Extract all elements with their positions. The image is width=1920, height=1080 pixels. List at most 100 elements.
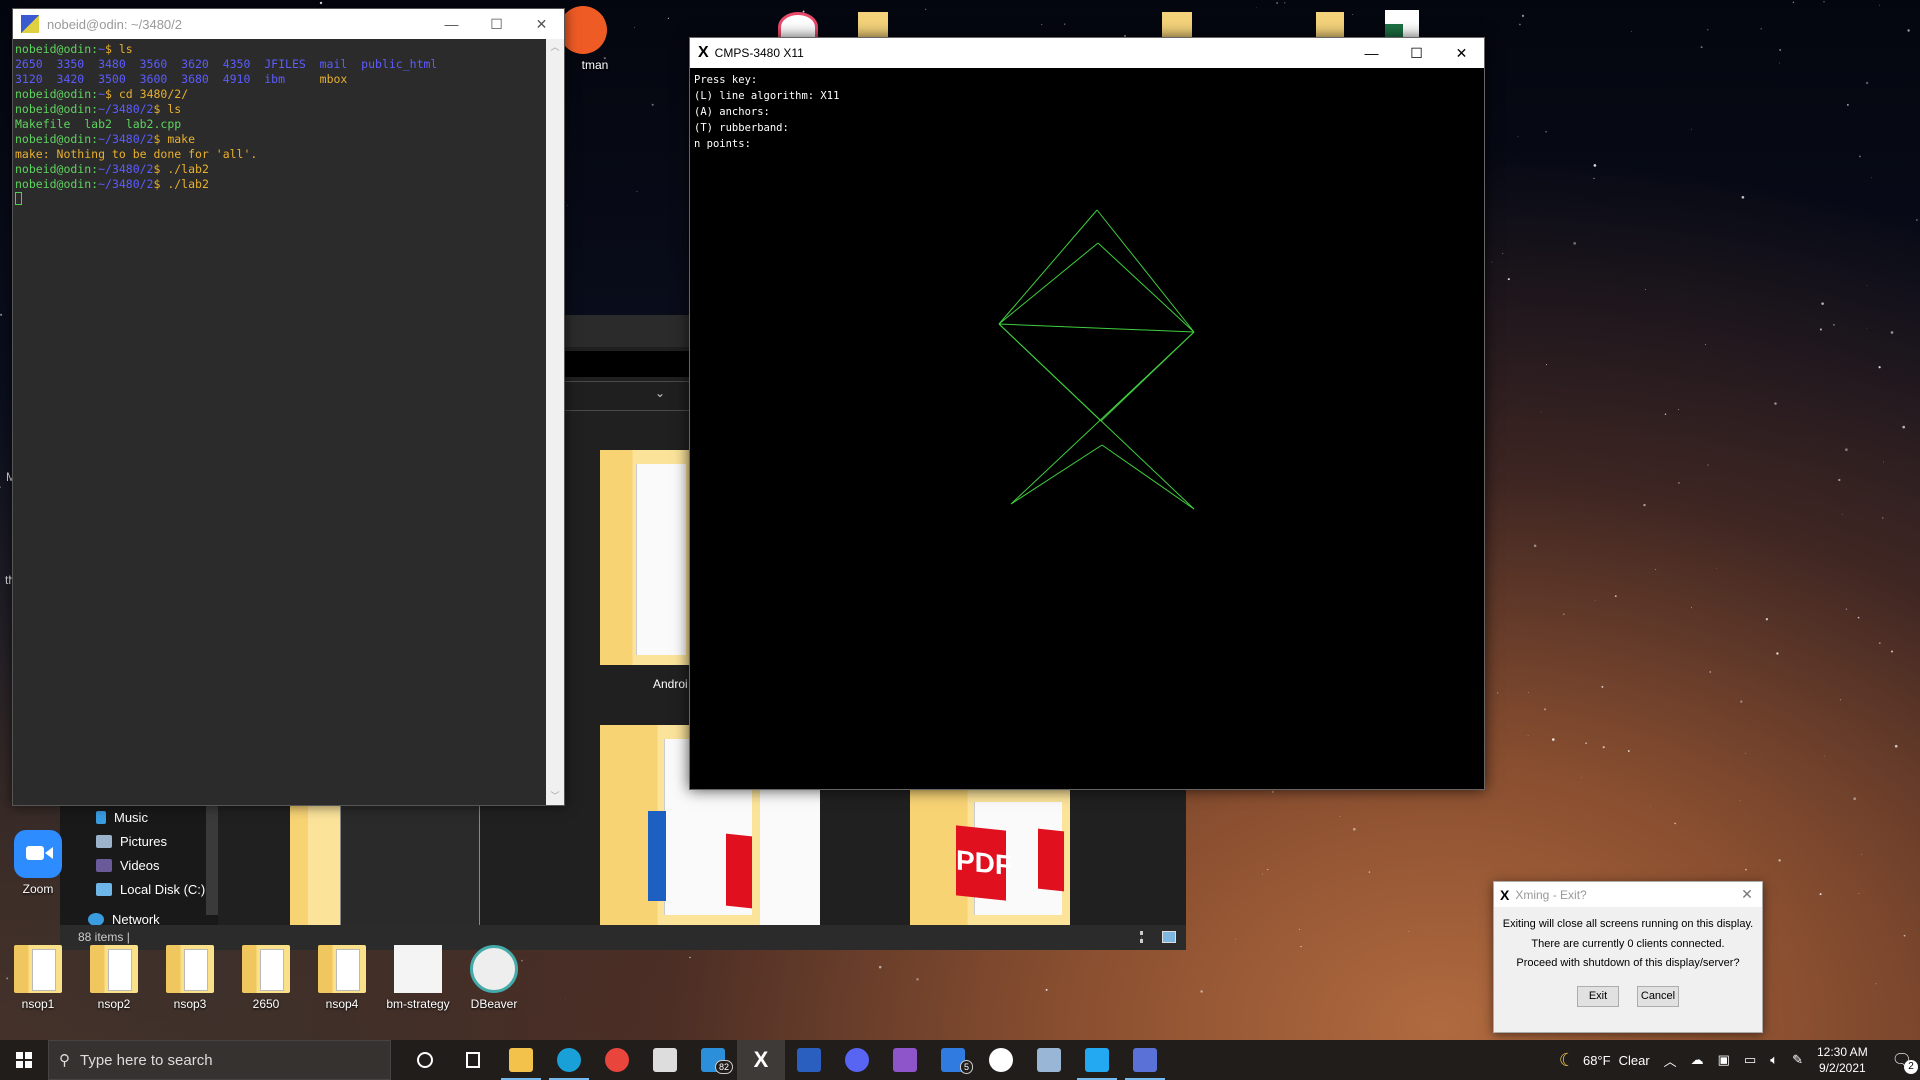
taskbar-search-box[interactable]: ⚲ Type here to search (48, 1040, 391, 1080)
taskbar-word[interactable] (785, 1040, 833, 1080)
taskbar-virtualbox[interactable] (1025, 1040, 1073, 1080)
weather-widget[interactable]: ☾ 68°F Clear (1559, 1050, 1650, 1071)
nav-item-music[interactable]: Music (60, 805, 218, 829)
taskbar-app-w[interactable] (977, 1040, 1025, 1080)
folder-pdf[interactable]: PDF (910, 788, 1070, 925)
taskbar-discord[interactable] (833, 1040, 881, 1080)
tray-app-icon[interactable]: ▣ (1718, 1052, 1730, 1068)
folder-screenshots[interactable] (290, 805, 340, 925)
minimize-button[interactable]: — (429, 9, 474, 39)
music-icon (96, 810, 106, 824)
pdf-icon (726, 833, 752, 909)
star (1838, 478, 1841, 482)
taskbar-task-view[interactable] (449, 1040, 497, 1080)
x11-drawing-canvas[interactable]: Press key: (L) line algorithm: X11 (A) anc… (690, 68, 1484, 789)
network-icon (88, 912, 104, 926)
scroll-up-icon[interactable]: ︿ (546, 39, 564, 56)
folder-android[interactable] (600, 450, 690, 665)
windows-icon (16, 1052, 32, 1068)
star (1527, 692, 1529, 693)
star (1546, 364, 1548, 366)
show-hidden-icons-chevron[interactable]: ︿ (1664, 1051, 1677, 1070)
star (1879, 4, 1881, 6)
star (1847, 104, 1849, 106)
desktop-icon-nsop1[interactable]: nsop1 (0, 945, 76, 1011)
desktop-icon-2650[interactable]: 2650 (228, 945, 304, 1011)
desktop-icon-excel[interactable] (1385, 10, 1419, 40)
desktop-icon-nsop4[interactable]: nsop4 (304, 945, 380, 1011)
star (1643, 503, 1646, 507)
close-button[interactable]: ✕ (1439, 38, 1484, 68)
nav-item-pictures[interactable]: Pictures (60, 829, 218, 853)
star (1408, 931, 1410, 933)
taskbar-edge[interactable] (545, 1040, 593, 1080)
pdf-icon: PDF (956, 825, 1012, 901)
battery-icon[interactable]: ▭ (1744, 1052, 1756, 1068)
taskbar-visual-studio[interactable] (881, 1040, 929, 1080)
volume-icon[interactable]: 🔈︎ (1770, 1052, 1778, 1068)
nav-pane-scrollbar[interactable] (206, 805, 218, 915)
minimize-button[interactable]: — (1349, 38, 1394, 68)
chevron-down-icon[interactable]: ⌄ (655, 386, 665, 400)
maximize-button[interactable]: ☐ (474, 9, 519, 39)
star (1740, 700, 1743, 703)
desktop-icon-folder-top[interactable] (858, 12, 888, 40)
star (1907, 29, 1910, 32)
desktop-icon-nsop3[interactable]: nsop3 (152, 945, 228, 1011)
star (1491, 261, 1493, 263)
nav-item-local-disk[interactable]: Local Disk (C:) (60, 877, 218, 901)
star (1631, 30, 1632, 32)
desktop-icon-nsop2[interactable]: nsop2 (76, 945, 152, 1011)
terminal-titlebar[interactable]: nobeid@odin: ~/3480/2 — ☐ ✕ (13, 9, 564, 39)
desktop-icon-DBeaver[interactable]: DBeaver (456, 945, 532, 1011)
star (1614, 595, 1617, 597)
taskbar-mail[interactable]: 82 (689, 1040, 737, 1080)
start-button[interactable] (0, 1040, 48, 1080)
star (1739, 800, 1741, 802)
pen-icon[interactable]: ✎ (1792, 1052, 1803, 1068)
dialog-titlebar[interactable]: X Xming - Exit? ✕ (1494, 882, 1762, 907)
taskbar-chrome[interactable] (593, 1040, 641, 1080)
desktop-icon-folder-top-2[interactable] (1316, 12, 1344, 40)
star (1664, 413, 1667, 415)
terminal-cursor (15, 192, 22, 205)
item-count: 88 items (78, 930, 124, 944)
large-icons-view-icon[interactable] (1162, 931, 1176, 943)
store-icon (653, 1048, 677, 1072)
drive-icon (96, 882, 112, 896)
star (1593, 164, 1597, 167)
taskbar-todo[interactable]: 5 (929, 1040, 977, 1080)
nav-item-videos[interactable]: Videos (60, 853, 218, 877)
star (1690, 128, 1692, 130)
taskbar-xming[interactable]: X (737, 1040, 785, 1080)
x11-titlebar[interactable]: X CMPS-3480 X11 — ☐ ✕ (690, 38, 1484, 68)
taskbar-putty[interactable] (1121, 1040, 1169, 1080)
maximize-button[interactable]: ☐ (1394, 38, 1439, 68)
x11-window[interactable]: X CMPS-3480 X11 — ☐ ✕ Press key: (L) line… (689, 37, 1485, 790)
close-button[interactable]: ✕ (519, 9, 564, 39)
postman-icon (559, 6, 607, 54)
notification-count: 2 (1904, 1060, 1918, 1074)
putty-terminal-window[interactable]: nobeid@odin: ~/3480/2 — ☐ ✕ nobeid@odin:… (12, 8, 565, 806)
exit-button[interactable]: Exit (1577, 985, 1619, 1007)
taskbar-file-explorer[interactable] (497, 1040, 545, 1080)
star (1709, 671, 1711, 673)
desktop-icon-zoom[interactable]: Zoom (0, 830, 76, 896)
desktop-icon-ck-folder[interactable] (1162, 12, 1192, 40)
taskbar-store[interactable] (641, 1040, 689, 1080)
xming-exit-dialog[interactable]: X Xming - Exit? ✕ Exiting will close all… (1493, 881, 1763, 1033)
taskbar-vscode[interactable] (1073, 1040, 1121, 1080)
taskbar-cortana[interactable] (401, 1040, 449, 1080)
details-view-icon[interactable] (1140, 931, 1154, 943)
dialog-close-button[interactable]: ✕ (1732, 886, 1762, 903)
desktop-icon-bm-strategy[interactable]: bm-strategy (380, 945, 456, 1011)
clock[interactable]: 12:30 AM 9/2/2021 (1817, 1044, 1868, 1076)
scroll-down-icon[interactable]: ﹀ (546, 788, 564, 805)
cancel-button[interactable]: Cancel (1637, 985, 1679, 1007)
terminal-scrollbar[interactable]: ︿ ﹀ (546, 39, 564, 805)
terminal-output[interactable]: nobeid@odin:~$ ls 2650 3350 3480 3560 362… (13, 39, 546, 805)
star (1573, 242, 1577, 245)
onedrive-icon[interactable]: ☁ (1691, 1052, 1704, 1068)
action-center-button[interactable]: 🗨︎ 2 (1892, 1050, 1918, 1074)
star (1776, 652, 1779, 655)
